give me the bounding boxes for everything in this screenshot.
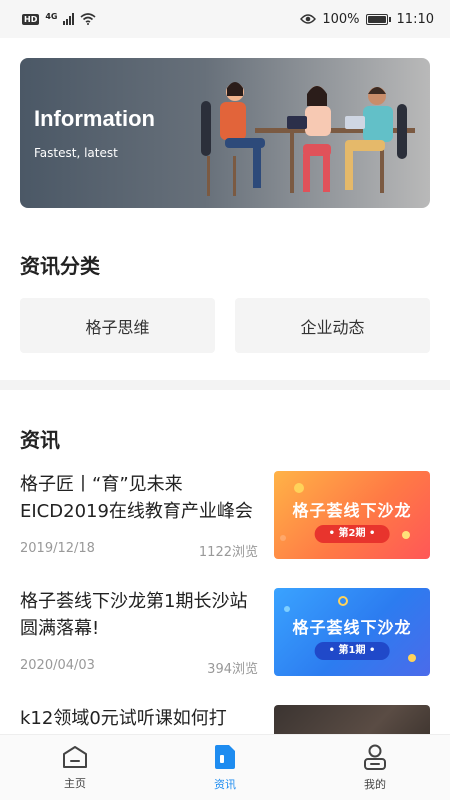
status-left: HD 4G xyxy=(22,11,97,25)
nav-tab-label: 资讯 xyxy=(214,777,236,791)
category-button-company-news[interactable]: 企业动态 xyxy=(235,298,430,353)
eye-comfort-icon xyxy=(300,14,317,24)
thumbnail-badge: • 第1期 • xyxy=(314,642,390,660)
nav-tab-label: 主页 xyxy=(64,776,86,790)
news-item-date: 2020/04/03 xyxy=(20,658,95,673)
nav-tab-profile[interactable]: 我的 xyxy=(300,735,450,800)
news-item-date: 2019/12/18 xyxy=(20,541,95,556)
information-banner[interactable]: Information Fastest, latest xyxy=(20,58,430,208)
news-item[interactable]: k12领域0元试听课如何打 xyxy=(20,705,430,734)
thumbnail-title: 格子荟线下沙龙 xyxy=(292,501,412,520)
clock: 11:10 xyxy=(396,11,434,27)
signal-icon xyxy=(63,13,75,25)
news-item-thumbnail: 格子荟线下沙龙 • 第1期 • xyxy=(274,588,430,676)
nav-tab-label: 我的 xyxy=(364,777,386,791)
news-item-thumbnail: 格子荟线下沙龙 • 第2期 • xyxy=(274,471,430,559)
news-item[interactable]: 格子匠丨“育”见未来EICD2019在线教育产业峰会 2019/12/18 11… xyxy=(20,471,430,563)
news-item[interactable]: 格子荟线下沙龙第1期长沙站圆满落幕! 2020/04/03 394浏览 格子荟线… xyxy=(20,588,430,680)
news-item-views: 394浏览 xyxy=(207,662,258,677)
category-button-grid-thinking[interactable]: 格子思维 xyxy=(20,298,215,353)
hd-badge: HD xyxy=(22,13,40,25)
news-item-views: 1122浏览 xyxy=(198,545,258,560)
wifi-icon xyxy=(80,13,97,25)
user-icon xyxy=(364,744,386,770)
status-right: 100% 11:10 xyxy=(300,12,434,27)
thumbnail-badge: • 第2期 • xyxy=(314,525,390,543)
news-item-title: 格子荟线下沙龙第1期长沙站圆满落幕! xyxy=(20,591,248,639)
bottom-navigation: 主页 资讯 我的 xyxy=(0,734,450,800)
battery-icon xyxy=(365,13,391,25)
home-icon xyxy=(63,745,87,768)
news-item-thumbnail xyxy=(274,705,430,734)
section-divider xyxy=(0,380,450,390)
news-icon xyxy=(215,744,235,769)
meeting-illustration xyxy=(201,82,415,196)
category-section-title: 资讯分类 xyxy=(20,254,100,278)
news-section-title: 资讯 xyxy=(20,428,60,452)
banner-subtitle: Fastest, latest xyxy=(34,146,118,160)
network-type: 4G xyxy=(45,11,58,21)
news-item-title: 格子匠丨“育”见未来EICD2019在线教育产业峰会 xyxy=(20,474,253,522)
nav-tab-news[interactable]: 资讯 xyxy=(150,735,300,800)
news-item-title: k12领域0元试听课如何打 xyxy=(20,708,227,729)
status-bar: HD 4G 100% 11:10 xyxy=(0,0,450,38)
main-content[interactable]: Information Fastest, latest 资讯分类 格子思维 企业… xyxy=(0,38,450,734)
banner-title: Information xyxy=(34,106,155,131)
battery-percent: 100% xyxy=(322,11,360,27)
thumbnail-title: 格子荟线下沙龙 xyxy=(292,618,412,637)
nav-tab-home[interactable]: 主页 xyxy=(0,735,150,800)
